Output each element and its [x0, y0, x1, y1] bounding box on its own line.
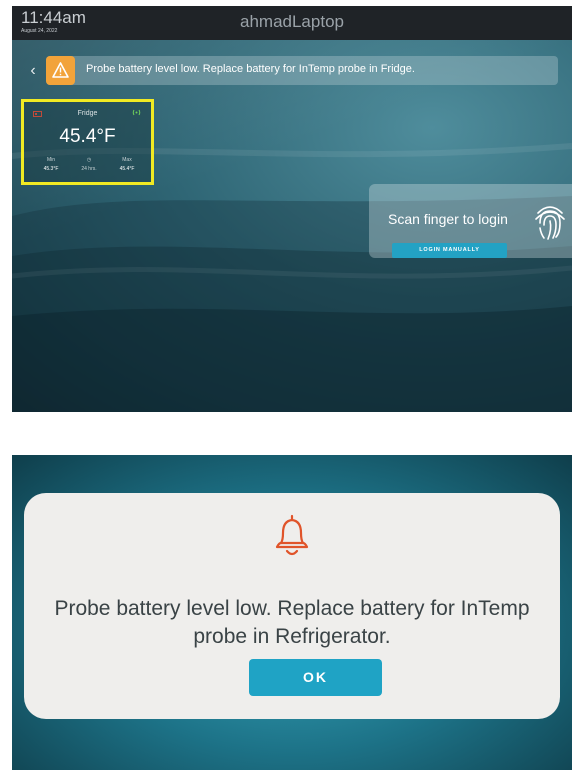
alert-dialog: Probe battery level low. Replace battery… [24, 493, 560, 719]
probe-temperature: 45.4°F [59, 126, 116, 147]
min-label: Min [46, 157, 56, 163]
login-prompt: Scan finger to login [388, 211, 508, 227]
alert-dialog-screen: Probe battery level low. Replace battery… [12, 455, 572, 770]
bell-icon [275, 514, 309, 556]
login-panel: Scan finger to login LOGIN MANUALLY [369, 184, 572, 258]
max-label: Max [122, 157, 132, 163]
probe-card[interactable]: Fridge 45.4°F Min ◷ Max 45.3°F 24 hrs. 4… [21, 99, 154, 185]
signal-icon [132, 109, 141, 116]
max-value: 45.4°F [119, 166, 135, 172]
home-screen: 11:44am August 24, 2022 ahmadLaptop ‹ Pr… [12, 6, 572, 412]
alert-message: Probe battery level low. Replace battery… [86, 63, 415, 75]
device-name: ahmadLaptop [240, 12, 344, 31]
warning-icon [46, 56, 75, 85]
period-label: 24 hrs. [81, 166, 97, 172]
previous-alert-button[interactable]: ‹ [26, 61, 40, 81]
status-bar: 11:44am August 24, 2022 ahmadLaptop [12, 6, 572, 40]
chevron-left-icon: ‹ [30, 62, 36, 79]
ok-button[interactable]: OK [249, 659, 382, 696]
alert-dialog-message: Probe battery level low. Replace battery… [54, 597, 530, 648]
login-manually-button[interactable]: LOGIN MANUALLY [392, 243, 507, 258]
alert-banner[interactable]: Probe battery level low. Replace battery… [46, 56, 558, 85]
fingerprint-icon[interactable] [534, 201, 566, 241]
min-value: 45.3°F [43, 166, 59, 172]
clock-icon: ◷ [86, 157, 92, 163]
